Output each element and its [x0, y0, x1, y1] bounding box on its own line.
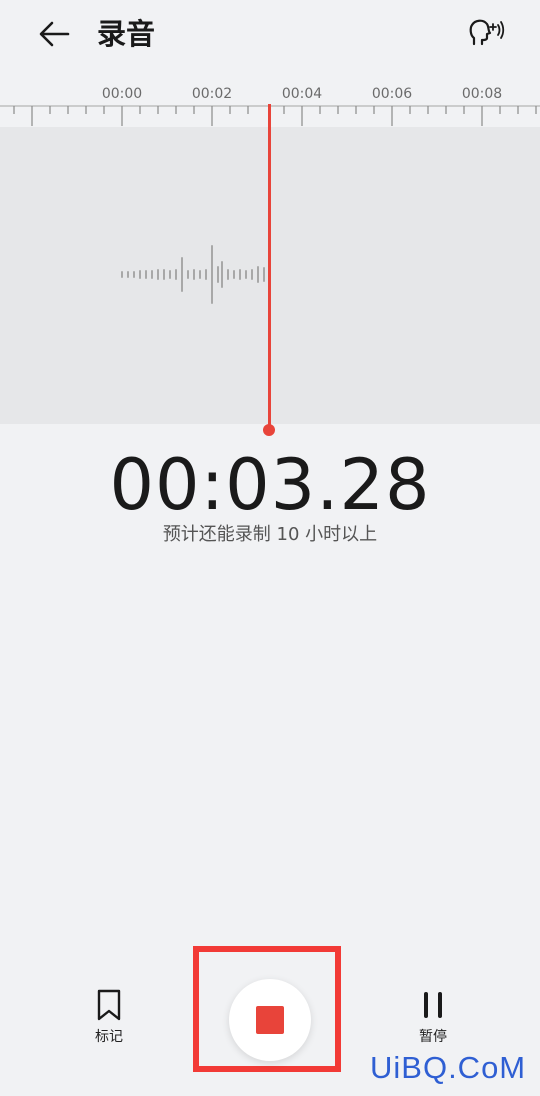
voice-enhance-button[interactable] [466, 14, 506, 52]
pause-label: 暂停 [419, 1029, 447, 1045]
pause-icon [424, 992, 442, 1018]
page-title: 录音 [97, 17, 156, 51]
playhead-handle[interactable] [263, 424, 275, 436]
voice-enhance-icon [469, 19, 505, 46]
pause-button[interactable]: 暂停 [404, 988, 462, 1052]
playhead-line [268, 104, 271, 426]
mark-button[interactable]: 标记 [78, 988, 140, 1052]
remaining-time-text: 预计还能录制 10 小时以上 [162, 524, 378, 545]
stop-icon [256, 1006, 284, 1034]
back-button[interactable] [34, 14, 74, 54]
mark-label: 标记 [95, 1029, 123, 1045]
app-header: 录音 [0, 0, 540, 70]
elapsed-timer: 00:03.28 [109, 444, 431, 526]
bookmark-icon [97, 989, 121, 1021]
stop-button[interactable] [229, 979, 311, 1061]
arrow-left-icon [39, 21, 70, 47]
watermark-text: UiBQ.CoM [370, 1050, 527, 1085]
